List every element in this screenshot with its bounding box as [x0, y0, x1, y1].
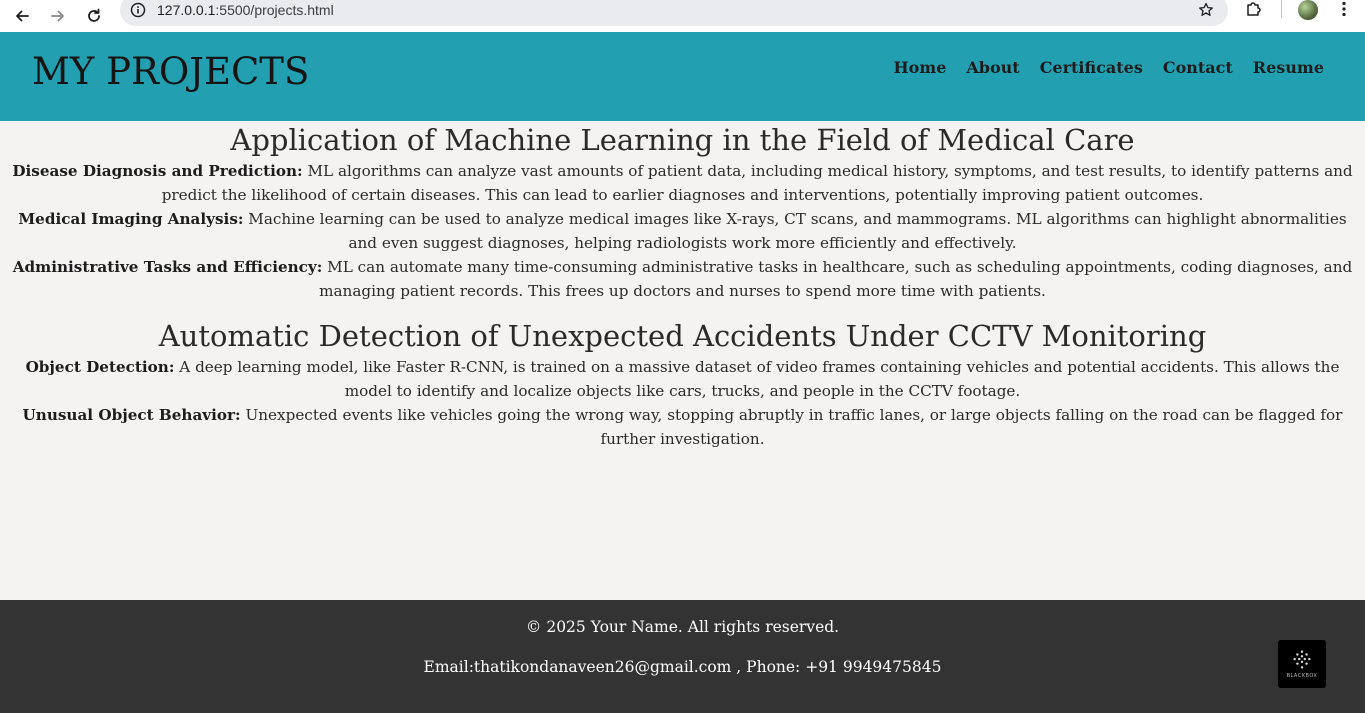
main-content: Application of Machine Learning in the F… [0, 121, 1365, 451]
toolbar-separator [1281, 0, 1282, 18]
badge-label: BLACKBOX [1286, 673, 1318, 679]
profile-avatar[interactable] [1298, 0, 1318, 20]
forward-arrow-icon[interactable] [45, 3, 71, 29]
nav-link-home[interactable]: Home [893, 58, 946, 77]
extensions-puzzle-icon[interactable] [1245, 0, 1263, 18]
blackbox-logo-icon [1293, 650, 1311, 669]
point-text: Machine learning can be used to analyze … [243, 210, 1347, 252]
browser-toolbar: 127.0.0.1:5500/projects.html [0, 0, 1365, 32]
project-point: Medical Imaging Analysis: Machine learni… [0, 207, 1365, 255]
nav-link-certificates[interactable]: Certificates [1040, 58, 1143, 77]
nav-link-about[interactable]: About [966, 58, 1019, 77]
project-section-cctv: Automatic Detection of Unexpected Accide… [0, 317, 1365, 451]
site-header: MY PROJECTS Home About Certificates Cont… [0, 32, 1365, 121]
address-bar[interactable]: 127.0.0.1:5500/projects.html [120, 0, 1228, 26]
project-point: Unusual Object Behavior: Unexpected even… [0, 403, 1365, 451]
page-title: MY PROJECTS [32, 50, 310, 93]
project-point: Object Detection: A deep learning model,… [0, 355, 1365, 403]
reload-icon[interactable] [81, 3, 107, 29]
section-title: Application of Machine Learning in the F… [230, 123, 1135, 157]
project-point: Administrative Tasks and Efficiency: ML … [0, 255, 1365, 303]
point-term: Object Detection: [25, 358, 175, 376]
site-footer: © 2025 Your Name. All rights reserved. E… [0, 600, 1365, 713]
url-path: :5500/projects.html [215, 2, 334, 18]
point-text: A deep learning model, like Faster R-CNN… [174, 358, 1340, 400]
url-host: 127.0.0.1 [157, 2, 216, 18]
point-term: Unusual Object Behavior: [22, 406, 241, 424]
nav-link-contact[interactable]: Contact [1163, 58, 1233, 77]
site-info-icon[interactable] [130, 2, 146, 18]
point-text: ML algorithms can analyze vast amounts o… [161, 162, 1353, 204]
nav-link-resume[interactable]: Resume [1253, 58, 1324, 77]
point-text: Unexpected events like vehicles going th… [240, 406, 1343, 448]
footer-copyright: © 2025 Your Name. All rights reserved. [525, 618, 840, 636]
point-term: Medical Imaging Analysis: [18, 210, 244, 228]
main-nav: Home About Certificates Contact Resume [893, 58, 1324, 77]
project-point: Disease Diagnosis and Prediction: ML alg… [0, 159, 1365, 207]
point-term: Administrative Tasks and Efficiency: [12, 258, 323, 276]
blackbox-badge[interactable]: BLACKBOX [1278, 640, 1326, 688]
point-term: Disease Diagnosis and Prediction: [12, 162, 303, 180]
project-section-medical: Application of Machine Learning in the F… [0, 121, 1365, 303]
back-arrow-icon[interactable] [9, 3, 35, 29]
section-title: Automatic Detection of Unexpected Accide… [158, 319, 1207, 353]
bookmark-star-icon[interactable] [1198, 2, 1214, 18]
point-text: ML can automate many time-consuming admi… [319, 258, 1353, 300]
url-text: 127.0.0.1:5500/projects.html [157, 2, 334, 18]
kebab-menu-icon[interactable] [1337, 1, 1351, 17]
footer-contact: Email:thatikondanaveen26@gmail.com , Pho… [423, 658, 942, 676]
